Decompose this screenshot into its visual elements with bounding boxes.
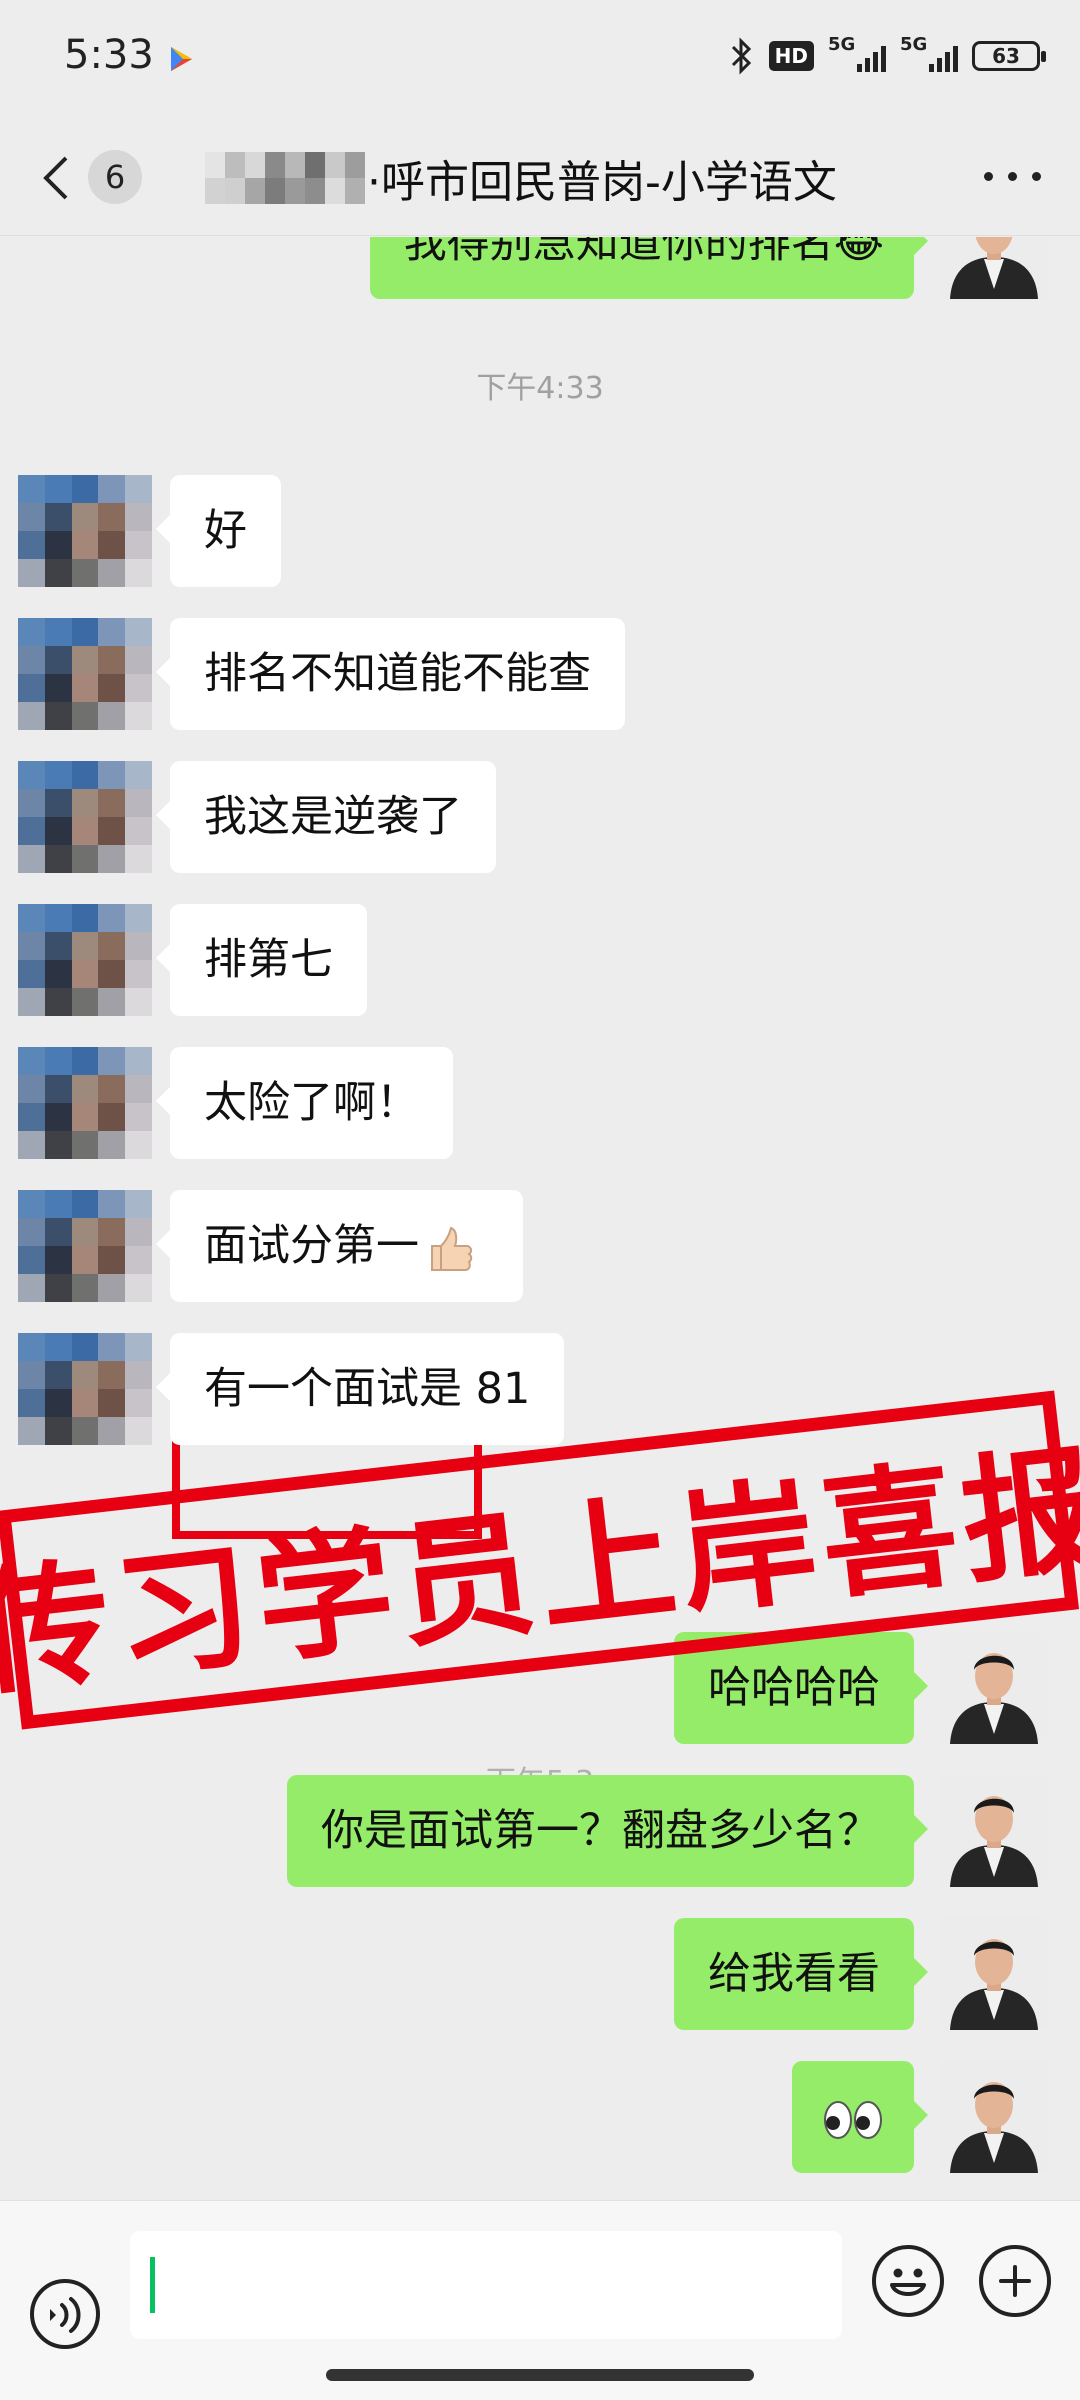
message-bubble[interactable]: 排第七 (156, 904, 367, 1016)
message-bubble[interactable]: 我这是逆袭了 (156, 761, 496, 873)
avatar-pixelated[interactable] (18, 475, 152, 587)
avatar-pixelated[interactable] (18, 618, 152, 730)
avatar-pixelated[interactable] (18, 761, 152, 873)
voice-icon (50, 2297, 81, 2333)
message-row-incoming: 我这是逆袭了 (0, 761, 1080, 873)
avatar[interactable] (940, 1775, 1048, 1887)
message-row-outgoing (0, 2061, 1080, 2173)
avatar-pixelated[interactable] (18, 1333, 152, 1445)
message-input[interactable] (130, 2231, 842, 2339)
back-button[interactable]: 6 (40, 144, 150, 208)
more-button[interactable] (980, 156, 1046, 196)
text-cursor (150, 2257, 155, 2313)
avatar[interactable] (940, 237, 1048, 299)
chat-title: ·呼市回民普岗-小学语文 (367, 157, 837, 208)
status-bar: 5:33 HD 5G 5G 63 (0, 0, 1080, 118)
play-store-icon (171, 47, 192, 71)
avatar[interactable] (940, 2061, 1048, 2173)
home-indicator[interactable] (326, 2369, 754, 2381)
status-icons: HD 5G 5G 63 (729, 34, 1046, 76)
avatar[interactable] (940, 1918, 1048, 2030)
avatar-pixelated[interactable] (18, 1190, 152, 1302)
signal-icon-2: 5G (900, 34, 958, 76)
battery-icon: 63 (972, 41, 1046, 71)
message-bubble[interactable]: 你是面试第一？翻盘多少名？ (287, 1775, 928, 1887)
message-row-incoming: 面试分第一 (0, 1190, 1080, 1302)
signal-icon-1: 5G (828, 34, 886, 76)
eyes-emoji (824, 2100, 882, 2139)
emoji-icon (890, 2268, 926, 2296)
chat-title-area[interactable]: ·呼市回民普岗-小学语文 (205, 148, 837, 208)
message-row-incoming: 排第七 (0, 904, 1080, 1016)
plus-button[interactable] (979, 2245, 1051, 2317)
message-bubble[interactable]: 排名不知道能不能查 (156, 618, 625, 730)
message-bubble[interactable]: 好 (156, 475, 281, 587)
chevron-left-icon (43, 156, 68, 200)
message-row-outgoing: 你是面试第一？翻盘多少名？ (0, 1775, 1080, 1887)
pixelated-name (205, 152, 365, 204)
message-row-incoming: 排名不知道能不能查 (0, 618, 1080, 730)
timestamp: 下午4:33 (476, 371, 604, 406)
status-time: 5:33 (64, 32, 154, 78)
avatar-pixelated[interactable] (18, 1047, 152, 1159)
message-bubble[interactable]: 面试分第一 (156, 1190, 523, 1302)
chat-header: 6 ·呼市回民普岗-小学语文 (0, 118, 1080, 236)
laughing-emoji: 😂 (833, 237, 884, 268)
message-bubble[interactable]: 我得别急知道你的排名😂 (369, 237, 929, 299)
thumbs-up-emoji (431, 1226, 473, 1271)
message-bubble[interactable] (792, 2061, 928, 2173)
message-bubble[interactable]: 太险了啊！ (156, 1047, 453, 1159)
emoji-button[interactable] (872, 2245, 944, 2317)
message-row-outgoing: 我得别急知道你的排名😂 (0, 237, 1080, 299)
input-bar (0, 2200, 1080, 2400)
wechat-chat-screen: 5:33 HD 5G 5G 63 6 ·呼市回民普岗-小学语文 我得别急知道你的… (0, 0, 1080, 2400)
message-bubble[interactable]: 有一个面试是 81 (155, 1333, 565, 1445)
message-row-outgoing: 给我看看 (0, 1918, 1080, 2030)
avatar-pixelated[interactable] (18, 904, 152, 1016)
avatar[interactable] (940, 1632, 1048, 1744)
message-row-incoming: 好 (0, 475, 1080, 587)
hd-badge: HD (768, 41, 814, 71)
unread-count-badge: 6 (88, 150, 142, 204)
message-list[interactable]: 我得别急知道你的排名😂 下午4:33 好 排名不知道能不能查 我这是逆袭了 排第… (0, 237, 1080, 2200)
message-row-incoming: 太险了啊！ (0, 1047, 1080, 1159)
message-bubble[interactable]: 给我看看 (674, 1918, 928, 2030)
bluetooth-icon (731, 37, 751, 75)
voice-button[interactable] (30, 2279, 100, 2349)
